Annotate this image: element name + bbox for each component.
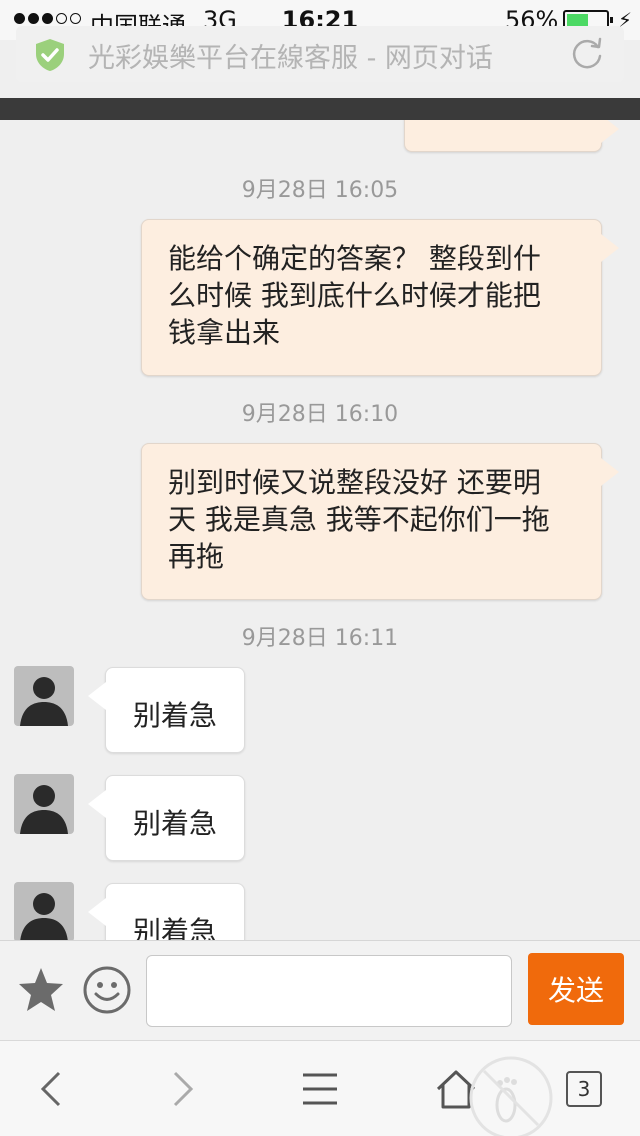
message-incoming: 别着急 [88,775,245,861]
message-line: 再拖 [168,540,225,573]
message-outgoing-partial [404,120,619,152]
message-line: 钱拿出来 [168,316,281,349]
message-line: 么时候 我到底什么时候才能把 [168,279,541,312]
tabs-button[interactable]: 3 [566,1071,602,1107]
send-button[interactable]: 发送 [528,953,624,1025]
page-title: 光彩娛樂平台在線客服 - 网页对话 [88,43,493,74]
message-outgoing: 别到时候又说整段没好 还要明 天 我是真急 我等不起你们一拖 再拖 [141,443,619,600]
message-timestamp: 9月28日 16:05 [241,178,399,203]
screen: 中国联通 3G 16:21 56% ⚡ 光彩娛樂平台在線客服 - 网页对话 9月… [0,0,640,1136]
message-line: 别到时候又说整段没好 还要明 [168,466,541,499]
chevron-right-icon [173,1071,194,1107]
menu-button[interactable] [288,1041,352,1136]
message-line: 能给个确定的答案？ 整段到什 [168,242,541,275]
message-line: 天 我是真急 我等不起你们一拖 [168,503,550,536]
chat-history[interactable]: 9月28日 16:05 能给个确定的答案？ 整段到什 么时候 我到底什么时候才能… [0,120,640,940]
shield-check-icon [36,39,64,71]
footprint-watermark-icon [469,1056,553,1136]
menu-icon [303,1073,337,1105]
message-timestamp: 9月28日 16:11 [241,626,399,651]
browser-toolbar: 3 [0,1040,640,1136]
reload-icon[interactable] [568,34,606,72]
star-icon[interactable] [16,965,66,1015]
agent-avatar[interactable] [14,882,74,940]
message-incoming: 别着急 [88,667,245,753]
forward-button[interactable] [150,1041,214,1136]
message-input[interactable] [146,955,512,1027]
address-bar[interactable]: 光彩娛樂平台在線客服 - 网页对话 [16,26,624,82]
agent-avatar[interactable] [14,666,74,726]
chevron-left-icon [40,1071,61,1107]
message-timestamp: 9月28日 16:10 [241,402,399,427]
agent-avatar[interactable] [14,774,74,834]
back-button[interactable] [20,1041,84,1136]
page-header-strip [0,98,640,120]
message-composer: 发送 [0,940,640,1040]
message-incoming: 别着急 [88,883,245,940]
emoji-icon[interactable] [82,965,132,1015]
message-outgoing: 能给个确定的答案？ 整段到什 么时候 我到底什么时候才能把 钱拿出来 [141,219,619,376]
